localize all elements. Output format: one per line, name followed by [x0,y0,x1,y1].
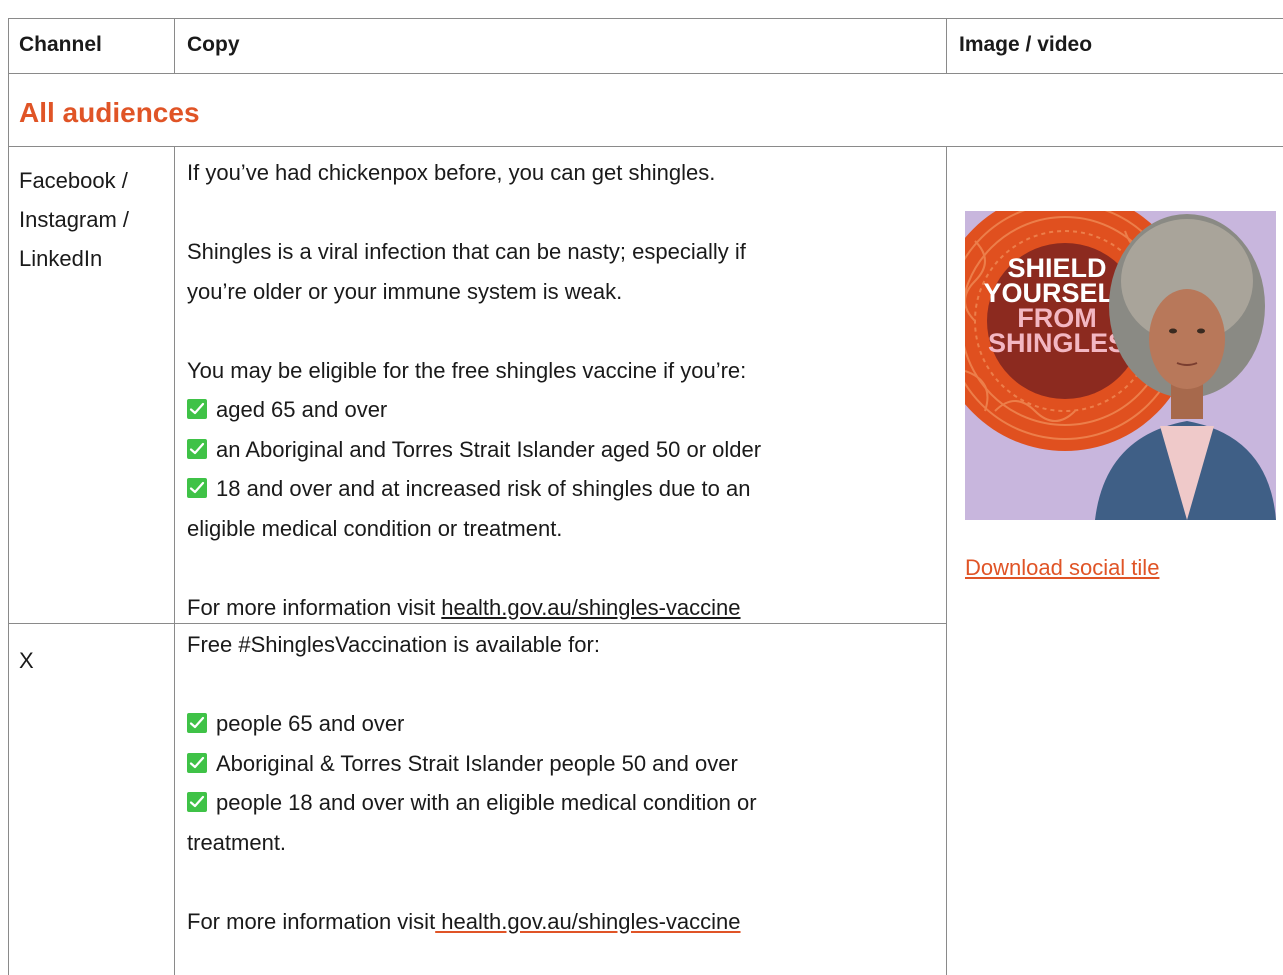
eligibility-item: aged 65 and over [187,390,761,430]
col-divider-1-body [174,146,175,975]
eligibility-item: people 65 and over [187,704,757,744]
section-title: All audiences [19,97,200,128]
content-table: Channel Copy Image / video All audiences… [8,18,1283,975]
check-icon [187,713,207,733]
post-intro: If you’ve had chickenpox before, you can… [187,160,716,185]
col-divider-2-body [946,146,947,975]
col-divider-2-header [946,19,947,73]
eligibility-intro: You may be eligible for the free shingle… [187,357,747,383]
eligibility-item: an Aboriginal and Torres Strait Islander… [187,430,761,470]
more-info: For more information visit health.gov.au… [187,902,757,942]
channel-facebook-instagram-linkedin: Facebook / Instagram / LinkedIn [19,161,129,278]
header-image-video: Image / video [959,33,1093,56]
eligibility-item-text: aged 65 and over [216,397,388,422]
channel-line: Instagram / [19,207,130,232]
eligibility-item-text: an Aboriginal and Torres Strait Islander… [216,436,762,462]
eligibility-item: people 18 and over with an eligible medi… [187,783,757,823]
check-icon [187,752,207,773]
more-info-text: For more information visit [187,908,436,934]
check-icon [187,438,207,459]
download-social-tile-link[interactable]: Download social tile [965,555,1159,581]
check-icon [187,792,207,812]
eligibility-item-continuation: treatment. [187,829,287,855]
eligibility-item-continuation: eligible medical condition or treatment. [187,515,563,541]
channel-line: X [19,648,34,673]
more-info-text: For more information visit [187,594,442,620]
header-channel: Channel [19,33,102,56]
check-icon [187,399,207,419]
channel-x: X [19,641,34,680]
eligibility-item-text: people 65 and over [216,711,405,736]
eligibility-item: Aboriginal & Torres Strait Islander peop… [187,744,757,784]
eligibility-item-text: Aboriginal & Torres Strait Islander peop… [216,750,738,776]
health-gov-link[interactable]: health.gov.au/shingles-vaccine [435,909,740,934]
check-icon [187,478,207,498]
header-copy: Copy [187,33,240,56]
section-row-divider [9,146,1283,147]
post-intro: Free #ShinglesVaccination is available f… [187,632,600,657]
more-info: For more information visit health.gov.au… [187,588,761,628]
post-paragraph: you’re older or your immune system is we… [187,278,623,304]
tile-headline-line: SHINGLES [988,328,1126,358]
copy-social-post: If you’ve had chickenpox before, you can… [187,153,761,627]
channel-line: Facebook / [19,168,128,193]
eligibility-item-text: 18 and over and at increased risk of shi… [216,476,751,501]
header-row-divider [9,73,1283,74]
eligibility-item-text: people 18 and over with an eligible medi… [216,790,757,815]
copy-x-post: Free #ShinglesVaccination is available f… [187,625,757,941]
channel-line: LinkedIn [19,246,103,271]
health-gov-link[interactable]: health.gov.au/shingles-vaccine [441,595,740,620]
post-paragraph: Shingles is a viral infection that can b… [187,239,746,264]
social-tile-image: SHIELD YOURSELF FROM SHINGLES [965,211,1276,520]
eligibility-item: 18 and over and at increased risk of shi… [187,469,761,509]
col-divider-1-header [174,19,175,73]
